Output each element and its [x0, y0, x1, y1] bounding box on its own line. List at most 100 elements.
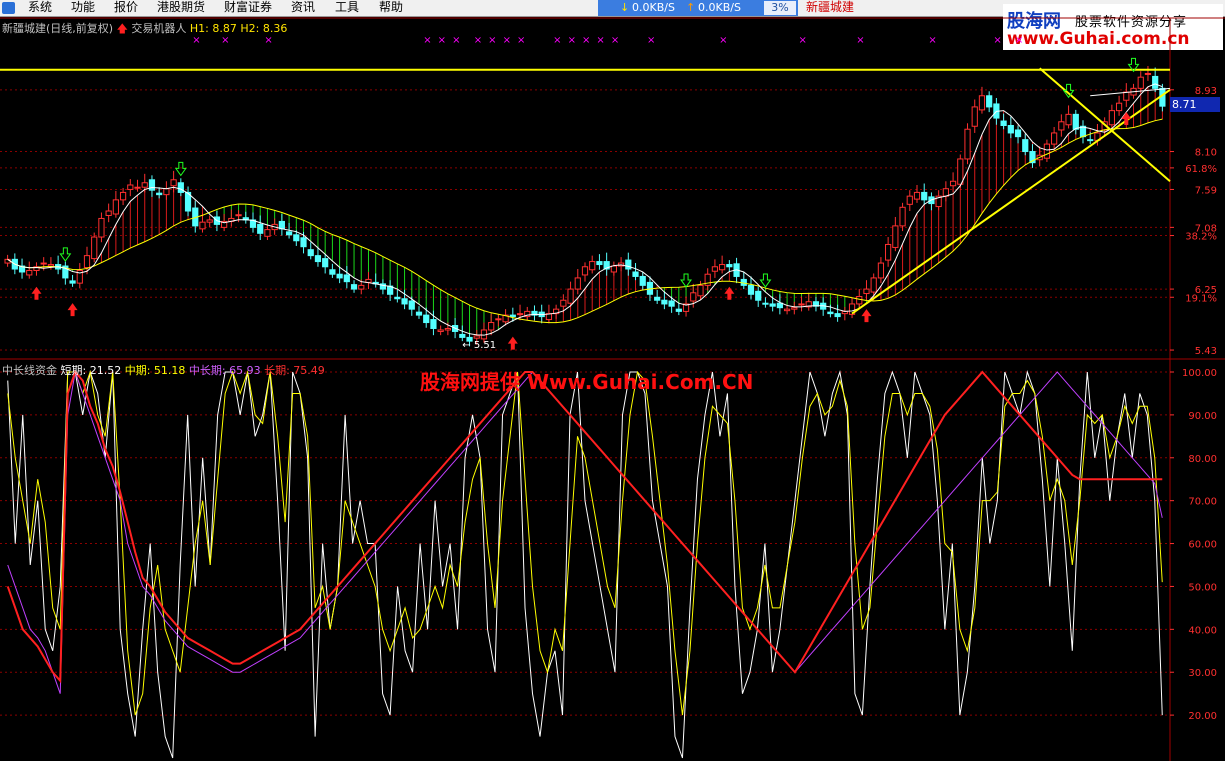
indicator-tick-label: 20.00 — [1188, 711, 1217, 722]
signal-x-marker: × — [423, 35, 431, 46]
candle-body — [755, 290, 762, 301]
candle-body — [47, 264, 55, 267]
candle-body — [1051, 132, 1058, 145]
candle-body — [415, 311, 423, 316]
candle-body — [1007, 125, 1014, 134]
candle-body — [971, 106, 978, 127]
candle-body — [488, 322, 495, 331]
robot-arrow-icon: 🡅 — [116, 22, 128, 35]
signal-x-marker: × — [568, 35, 576, 46]
candle-body — [1123, 91, 1130, 101]
candle-body — [1014, 129, 1022, 138]
candle-body — [1065, 113, 1072, 126]
candle-body — [322, 258, 329, 268]
candle-body — [654, 296, 661, 301]
candle-body — [567, 288, 574, 304]
candle-body — [235, 214, 242, 217]
signal-x-marker: × — [928, 35, 936, 46]
signal-x-marker: × — [503, 35, 511, 46]
candle-body — [119, 191, 127, 201]
candle-body — [668, 300, 675, 307]
candle-body — [408, 300, 415, 310]
candle-body — [1137, 76, 1144, 89]
buy-arrow-icon — [31, 286, 42, 300]
signal-x-marker: × — [488, 35, 496, 46]
signal-x-marker: × — [596, 35, 604, 46]
candle-body — [747, 284, 755, 295]
signal-x-marker: × — [993, 35, 1001, 46]
watermark: 股海网提供 Www.Guhai.Com.CN — [420, 370, 754, 394]
signal-x-marker: × — [438, 35, 446, 46]
candle-body — [148, 179, 156, 191]
candle-body — [870, 277, 877, 293]
candle-body — [892, 225, 899, 248]
candle-body — [776, 302, 783, 309]
indicator-short-line — [7, 370, 1163, 759]
candle-body — [516, 313, 524, 316]
candle-body — [877, 262, 885, 279]
indicator-tick-label: 80.00 — [1188, 454, 1217, 465]
candle-body — [762, 302, 769, 305]
candle-body — [134, 186, 141, 189]
candle-body — [350, 284, 358, 290]
candle-body — [1043, 143, 1051, 159]
candle-body — [697, 284, 704, 297]
signal-x-marker: × — [474, 35, 482, 46]
indicator-tick-label: 50.00 — [1188, 582, 1217, 593]
sell-arrow-icon — [680, 273, 693, 288]
sell-arrow-icon — [174, 161, 187, 177]
candle-body — [170, 179, 177, 187]
candle-body — [141, 182, 148, 188]
candle-body — [589, 261, 596, 271]
candle-body — [26, 269, 33, 276]
candle-body — [257, 223, 264, 234]
signal-x-marker: × — [799, 35, 807, 46]
candle-body — [827, 311, 834, 315]
candle-body — [596, 261, 603, 266]
candle-body — [343, 274, 350, 283]
candle-body — [300, 237, 307, 248]
signal-x-marker: × — [582, 35, 590, 46]
candle-body — [1058, 121, 1065, 131]
candle-body — [473, 335, 480, 339]
h1-value: H1: 8.87 — [189, 22, 237, 35]
price-chart-title: 新疆城建(日线,前复权) — [2, 22, 114, 35]
candle-body — [1152, 75, 1159, 89]
legend-midlong: 中长期: 65.93 — [188, 364, 261, 377]
signal-x-marker: × — [611, 35, 619, 46]
candle-body — [206, 219, 213, 223]
indicator-long-line — [6, 370, 1163, 684]
candle-body — [394, 296, 401, 300]
candle-body — [1087, 139, 1094, 142]
candle-body — [278, 220, 285, 230]
candle-body — [906, 195, 913, 205]
sell-arrow-icon — [759, 273, 772, 288]
candle-body — [1072, 113, 1079, 130]
price-tick-label: 8.10 — [1195, 148, 1217, 159]
candle-body — [791, 307, 798, 310]
candle-body — [639, 275, 646, 286]
candle-body — [1000, 120, 1007, 127]
candle-body — [675, 308, 682, 312]
legend-short: 短期: 21.52 — [60, 364, 122, 377]
candle-body — [444, 327, 451, 331]
candle-body — [437, 329, 444, 332]
candle-body — [127, 184, 134, 190]
candle-body — [957, 158, 964, 185]
indicator-tick-label: 40.00 — [1188, 625, 1217, 636]
candle-body — [798, 303, 805, 306]
candle-body — [105, 210, 112, 216]
candle-body — [899, 206, 906, 227]
candle-body — [560, 299, 567, 307]
indicator-tick-label: 100.00 — [1182, 368, 1217, 379]
candle-body — [856, 296, 863, 305]
candle-body — [834, 313, 841, 318]
candle-body — [163, 188, 170, 196]
candle-body — [913, 191, 921, 200]
candle-body — [769, 303, 776, 307]
candle-body — [949, 180, 957, 187]
indicator-tick-label: 90.00 — [1188, 411, 1217, 422]
signal-x-marker: × — [553, 35, 561, 46]
indicator-legend: 中长线资金 短期: 21.52 中期: 51.18 中长期: 65.93 长期:… — [2, 362, 325, 378]
candle-body — [264, 229, 271, 237]
